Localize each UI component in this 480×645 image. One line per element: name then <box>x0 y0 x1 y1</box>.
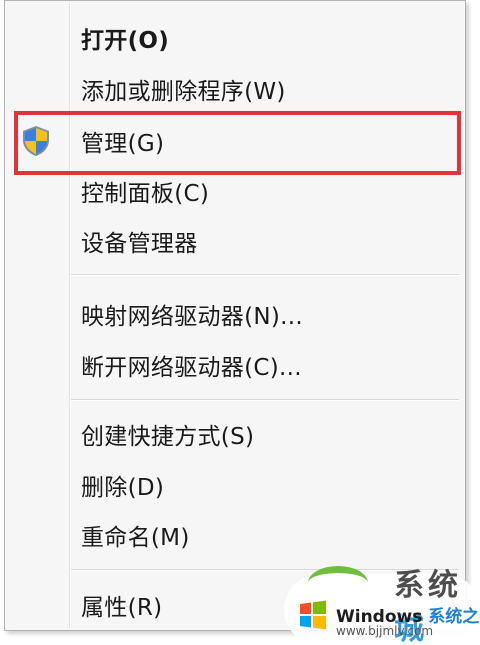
menu-item-label: 添加或删除程序(W) <box>81 79 286 105</box>
watermark-big-text-prefix: 系统 <box>394 568 462 603</box>
menu-separator <box>71 274 459 276</box>
menu-separator <box>71 399 459 401</box>
menu-item-label: 控制面板(C) <box>81 181 210 207</box>
watermark-url: www.bjjmlv.com <box>336 624 434 638</box>
menu-item-device-manager[interactable]: 设备管理器 <box>7 218 463 264</box>
menu-item-label: 打开(O) <box>81 28 170 54</box>
menu-item-delete[interactable]: 删除(D) <box>7 462 463 508</box>
menu-item-label: 映射网络驱动器(N)... <box>81 304 303 330</box>
menu-item-label: 断开网络驱动器(C)... <box>81 355 302 381</box>
menu-item-disconnect-network-drive[interactable]: 断开网络驱动器(C)... <box>7 342 463 388</box>
context-menu: 打开(O) 添加或删除程序(W) 管理(G) 控制面板(C) 设备管理器 映射网… <box>4 0 466 631</box>
menu-item-label: 创建快捷方式(S) <box>81 424 255 450</box>
menu-item-add-remove-programs[interactable]: 添加或删除程序(W) <box>7 66 463 112</box>
menu-item-map-network-drive[interactable]: 映射网络驱动器(N)... <box>7 291 463 337</box>
highlight-box <box>14 111 461 175</box>
menu-item-label: 属性(R) <box>81 595 163 621</box>
watermark: 系统城 Windows 系统之家 www.bjjmlv.com <box>284 566 480 645</box>
menu-item-label: 重命名(M) <box>81 525 190 551</box>
menu-item-label: 删除(D) <box>81 475 165 501</box>
menu-item-rename[interactable]: 重命名(M) <box>7 512 463 558</box>
menu-item-create-shortcut[interactable]: 创建快捷方式(S) <box>7 411 463 457</box>
menu-item-label: 设备管理器 <box>81 231 198 257</box>
watermark-arch <box>308 566 368 600</box>
windows-logo-icon <box>298 600 328 630</box>
watermark-brand-cn: 系统之家 <box>428 607 480 627</box>
menu-item-open[interactable]: 打开(O) <box>7 15 463 61</box>
